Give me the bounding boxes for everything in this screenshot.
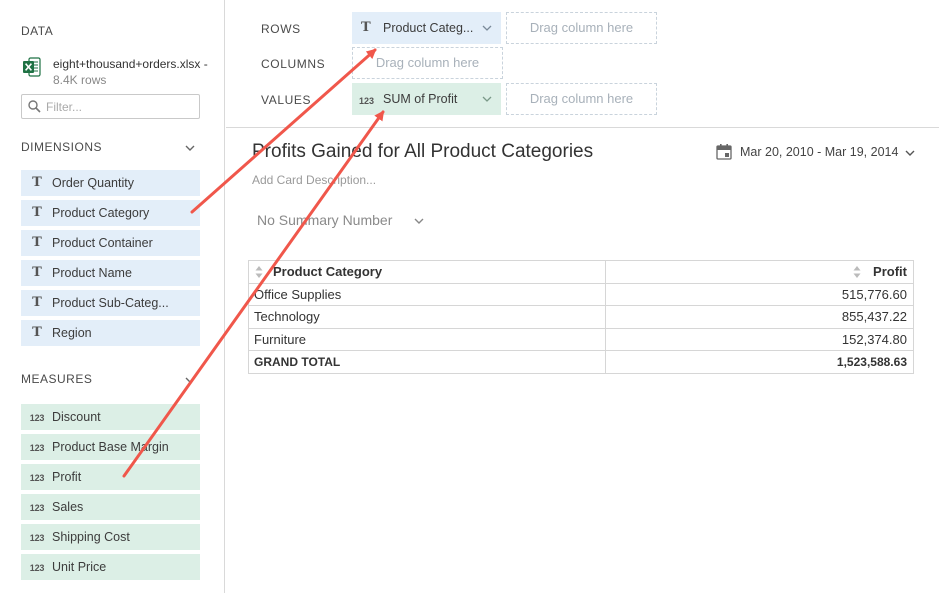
text-type-icon: T <box>32 265 42 280</box>
field-label: Unit Price <box>52 560 107 574</box>
field-label: Product Container <box>52 236 153 250</box>
sort-icon[interactable] <box>853 265 861 279</box>
calendar-icon <box>716 144 732 160</box>
number-type-icon: 123 <box>29 563 45 573</box>
rows-pill-label: Product Categ... <box>383 21 473 35</box>
chevron-down-icon[interactable] <box>414 216 424 226</box>
date-range-picker[interactable]: Mar 20, 2010 - Mar 19, 2014 <box>716 143 926 163</box>
text-type-icon: T <box>361 20 371 35</box>
field-label: Product Sub-Categ... <box>52 296 169 310</box>
rows-drop-zone[interactable]: Drag column here <box>506 12 657 44</box>
card-description[interactable]: Add Card Description... <box>252 173 376 187</box>
dimension-field-product-name[interactable]: T Product Name <box>21 260 200 286</box>
table-header-row: Product Category Profit <box>248 260 914 284</box>
grand-total-row: GRAND TOTAL 1,523,588.63 <box>248 350 914 374</box>
dimension-field-order-quantity[interactable]: T Order Quantity <box>21 170 200 196</box>
number-type-icon: 123 <box>29 443 45 453</box>
dimensions-section-title: DIMENSIONS <box>21 140 103 154</box>
shelf-divider <box>226 127 939 128</box>
table-cell: 515,776.60 <box>605 282 914 306</box>
measures-collapse-chevron-icon[interactable] <box>184 374 196 386</box>
table-cell: Technology <box>248 305 606 329</box>
filter-input[interactable] <box>46 98 194 115</box>
field-label: Sales <box>52 500 84 514</box>
table-cell: Office Supplies <box>248 282 606 306</box>
number-type-icon: 123 <box>29 533 45 543</box>
measure-field-unit-price[interactable]: 123 Unit Price <box>21 554 200 580</box>
sidebar: DATA eight+thousand+orders.xlsx - 8.4K r… <box>0 0 225 593</box>
summary-number-label: No Summary Number <box>257 212 393 228</box>
dimension-field-product-sub-categ[interactable]: T Product Sub-Categ... <box>21 290 200 316</box>
column-header-profit[interactable]: Profit <box>605 260 914 284</box>
field-label: Profit <box>52 470 82 484</box>
text-type-icon: T <box>32 295 42 310</box>
field-label: Discount <box>52 410 101 424</box>
number-type-icon: 123 <box>29 413 45 423</box>
rows-shelf-label: ROWS <box>261 22 301 36</box>
text-type-icon: T <box>32 325 42 340</box>
table-row: Furniture 152,374.80 <box>248 327 914 351</box>
dimension-field-product-container[interactable]: T Product Container <box>21 230 200 256</box>
date-range-label: Mar 20, 2010 - Mar 19, 2014 <box>740 145 899 159</box>
table-cell: 152,374.80 <box>605 327 914 351</box>
column-header-label: Product Category <box>273 264 383 280</box>
chevron-down-icon[interactable] <box>905 148 915 158</box>
table-cell: 855,437.22 <box>605 305 914 329</box>
values-pill-label: SUM of Profit <box>383 92 458 106</box>
column-header-product-category[interactable]: Product Category <box>248 260 606 284</box>
filter-box[interactable] <box>21 94 200 119</box>
field-label: Order Quantity <box>52 176 134 190</box>
measure-field-shipping-cost[interactable]: 123 Shipping Cost <box>21 524 200 550</box>
measures-section-title: MEASURES <box>21 372 93 386</box>
data-source-row-count: 8.4K rows <box>53 73 107 87</box>
columns-shelf-label: COLUMNS <box>261 57 326 71</box>
table-cell: 1,523,588.63 <box>605 350 914 374</box>
data-source-name: eight+thousand+orders.xlsx - <box>53 57 208 71</box>
chevron-down-icon[interactable] <box>482 23 492 33</box>
search-icon <box>28 100 41 113</box>
text-type-icon: T <box>32 235 42 250</box>
field-label: Product Name <box>52 266 132 280</box>
dimension-field-region[interactable]: T Region <box>21 320 200 346</box>
table-cell: Furniture <box>248 327 606 351</box>
dimensions-collapse-chevron-icon[interactable] <box>184 142 196 154</box>
measure-field-sales[interactable]: 123 Sales <box>21 494 200 520</box>
data-section-title: DATA <box>21 24 54 38</box>
field-label: Product Category <box>52 206 150 220</box>
excel-file-icon <box>23 57 41 77</box>
table-row: Technology 855,437.22 <box>248 305 914 329</box>
data-source[interactable]: eight+thousand+orders.xlsx - 8.4K rows <box>21 55 221 89</box>
values-drop-zone[interactable]: Drag column here <box>506 83 657 115</box>
values-shelf-label: VALUES <box>261 93 312 107</box>
field-label: Shipping Cost <box>52 530 130 544</box>
field-label: Region <box>52 326 92 340</box>
column-header-label: Profit <box>873 264 907 280</box>
number-type-icon: 123 <box>29 473 45 483</box>
measure-field-discount[interactable]: 123 Discount <box>21 404 200 430</box>
data-table: Product Category Profit Office Supplies … <box>248 260 914 374</box>
text-type-icon: T <box>32 205 42 220</box>
summary-number-selector[interactable]: No Summary Number <box>257 212 424 228</box>
text-type-icon: T <box>32 175 42 190</box>
field-label: Product Base Margin <box>52 440 169 454</box>
measure-field-profit[interactable]: 123 Profit <box>21 464 200 490</box>
table-cell: GRAND TOTAL <box>248 350 606 374</box>
table-row: Office Supplies 515,776.60 <box>248 282 914 306</box>
chevron-down-icon[interactable] <box>482 94 492 104</box>
dimension-field-product-category[interactable]: T Product Category <box>21 200 200 226</box>
sort-icon[interactable] <box>255 265 263 279</box>
number-type-icon: 123 <box>29 503 45 513</box>
values-pill-sum-of-profit[interactable]: 123 SUM of Profit <box>352 83 501 115</box>
card-title[interactable]: Profits Gained for All Product Categorie… <box>252 141 593 163</box>
measure-field-product-base-margin[interactable]: 123 Product Base Margin <box>21 434 200 460</box>
rows-pill-product-category[interactable]: T Product Categ... <box>352 12 501 44</box>
number-type-icon: 123 <box>359 96 375 106</box>
columns-drop-zone[interactable]: Drag column here <box>352 47 503 79</box>
